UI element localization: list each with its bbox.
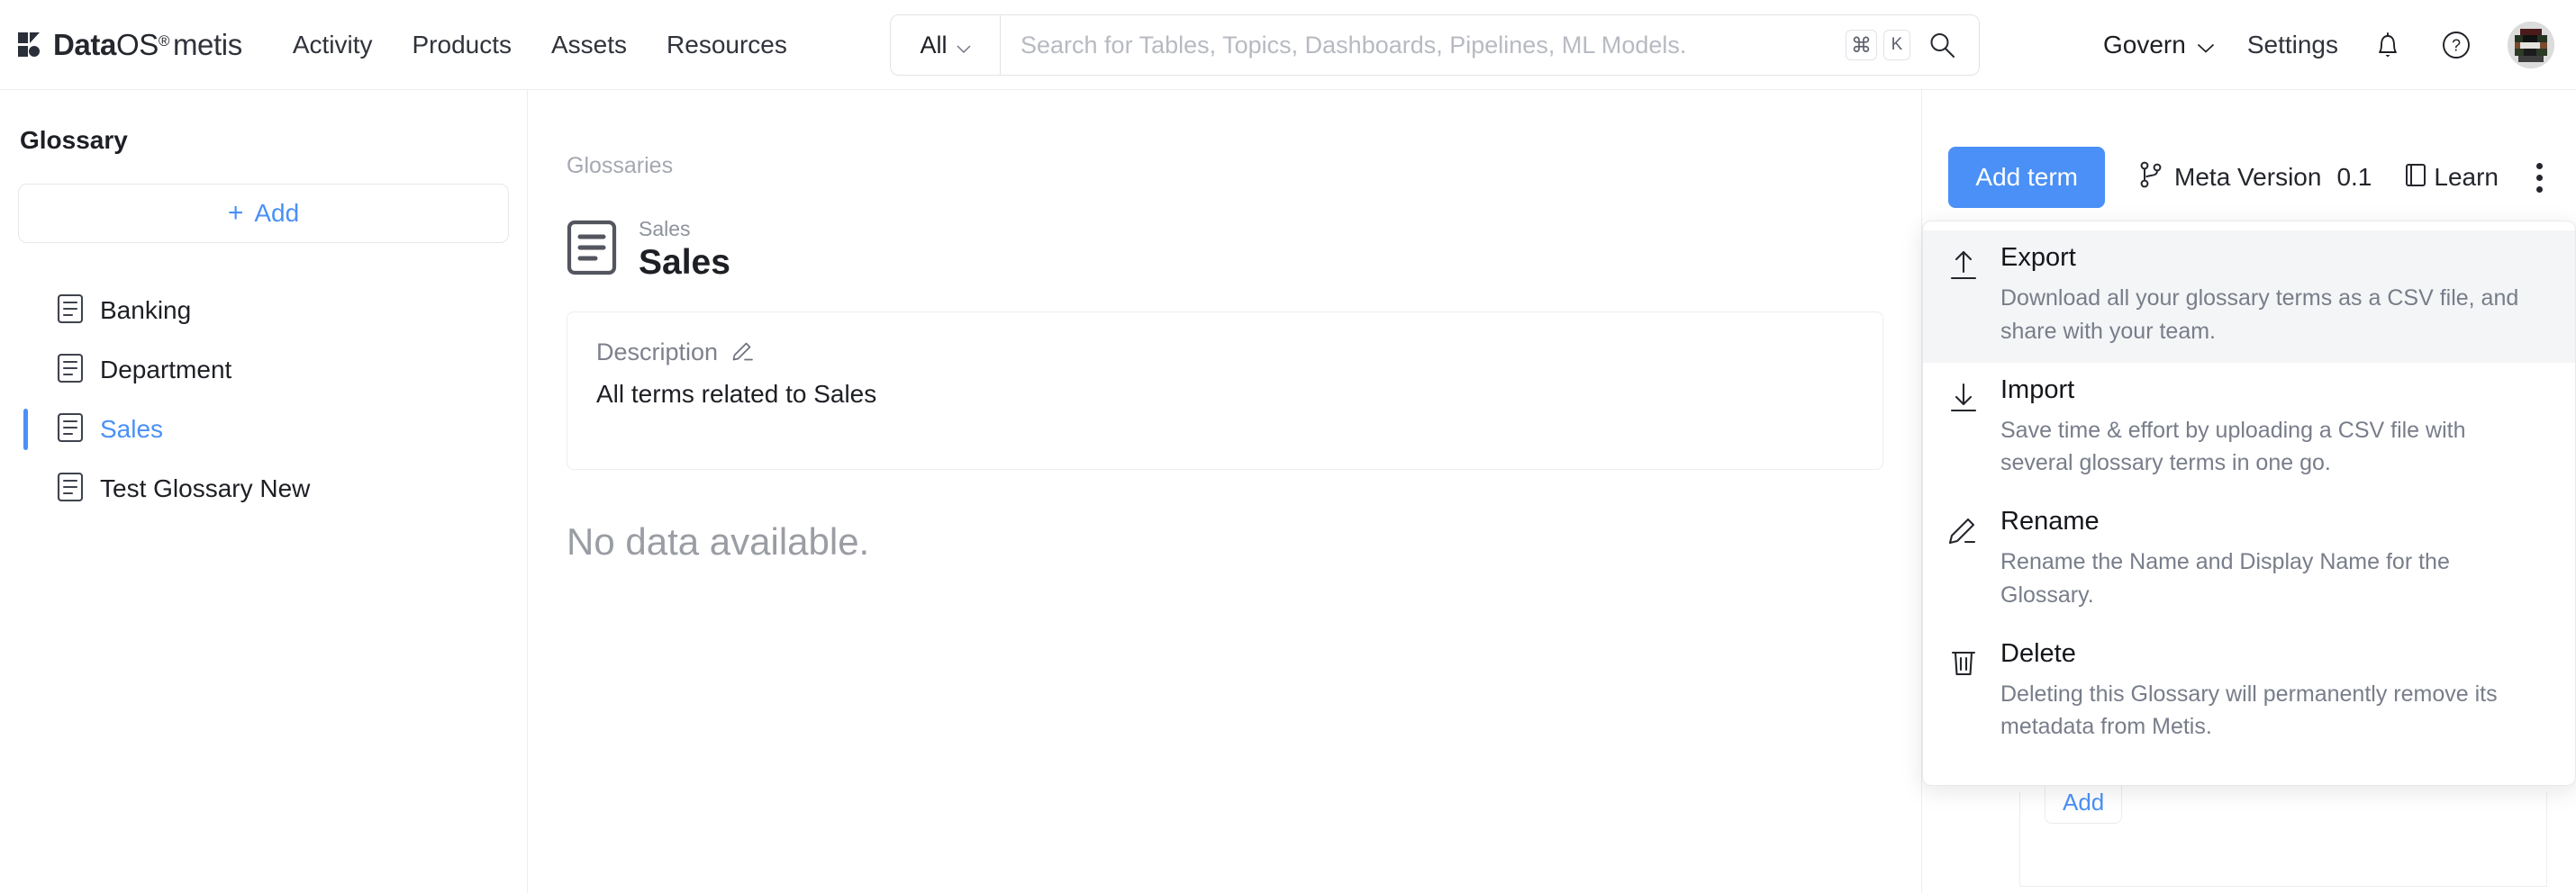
search-input[interactable] [1001,15,1846,75]
nav-link-activity[interactable]: Activity [293,31,373,59]
nav-link-assets[interactable]: Assets [551,31,627,59]
govern-menu[interactable]: Govern [2103,31,2215,59]
nav-link-products[interactable]: Products [413,31,512,59]
sidebar-item-label: Banking [100,296,192,324]
description-text: All terms related to Sales [596,379,877,408]
glossary-sidebar: Glossary + Add Banking Department Sales … [0,90,528,893]
global-search-bar: All ⌘ K [890,14,1980,76]
trash-delete-icon [1946,639,2000,744]
search-shortcut-hint: ⌘ K [1846,30,1910,60]
chevron-down-icon [2197,31,2215,59]
menu-item-body: Rename Rename the Name and Display Name … [2000,507,2552,612]
sidebar-item-test-glossary-new[interactable]: Test Glossary New [18,459,509,519]
menu-item-import[interactable]: Import Save time & effort by uploading a… [1923,363,2575,495]
learn-link[interactable]: Learn [2402,160,2499,195]
glossary-actions-menu: Export Download all your glossary terms … [1922,221,2576,786]
sidebar-item-banking[interactable]: Banking [18,281,509,340]
book-icon [2402,160,2429,195]
sidebar-item-label: Test Glossary New [100,474,311,502]
glossary-book-icon [57,353,84,388]
brand-name-bold: Data [53,27,116,61]
entity-title-texts: Sales Sales [639,217,730,283]
primary-nav-links: Activity Products Assets Resources [293,31,787,59]
sidebar-title: Glossary [20,126,128,154]
top-navigation-bar: Data OS ® metis Activity Products Assets Re… [0,0,2576,90]
menu-item-title: Delete [2000,638,2076,668]
sidebar-item-department[interactable]: Department [18,340,509,400]
glossary-book-icon [57,472,84,507]
arrow-down-import-icon [1946,375,2000,481]
dataos-logo-icon [18,32,45,58]
settings-link[interactable]: Settings [2247,31,2338,59]
description-card: Description All terms related to Sales [567,311,1883,470]
kbd-command-icon: ⌘ [1846,30,1877,60]
menu-item-description: Deleting this Glossary will permanently … [2000,681,2498,740]
search-scope-label: All [920,31,948,59]
menu-item-title: Export [2000,243,2076,272]
header-right-actions: Govern Settings ? [2103,0,2554,90]
brand-logo[interactable]: Data OS ® metis [18,0,242,89]
menu-item-body: Export Download all your glossary terms … [2000,243,2552,348]
entity-name: Sales [639,217,691,240]
plus-icon: + [227,198,244,228]
pencil-edit-icon[interactable] [730,338,756,367]
menu-item-description: Rename the Name and Display Name for the… [2000,549,2450,608]
entity-action-bar: Add term Meta Version 0.1 Learn [1948,147,2554,208]
add-glossary-label: Add [254,199,300,227]
menu-item-delete[interactable]: Delete Deleting this Glossary will perma… [1923,627,2575,759]
sidebar-item-label: Department [100,356,232,383]
bell-icon[interactable] [2371,27,2405,63]
brand-registered-mark: ® [158,32,170,50]
glossary-list: Banking Department Sales Test Glossary N… [18,281,509,519]
app-root: Data OS ® metis Activity Products Assets Re… [0,0,2576,893]
search-scope-selector[interactable]: All [891,15,1001,75]
add-term-button[interactable]: Add term [1948,147,2106,208]
svg-text:?: ? [2452,37,2461,55]
meta-version-label: Meta Version [2174,163,2322,191]
nav-link-resources[interactable]: Resources [667,31,787,59]
brand-text: Data OS ® metis [53,28,242,62]
entity-title-row: Sales Sales [567,217,1921,283]
glossary-book-icon [57,293,84,329]
empty-state-message: No data available. [567,519,870,563]
description-header: Description [596,338,1854,367]
question-circle-icon[interactable]: ? [2437,26,2475,64]
menu-item-description: Save time & effort by uploading a CSV fi… [2000,417,2466,476]
meta-version-control[interactable]: Meta Version 0.1 [2139,160,2372,195]
menu-item-body: Import Save time & effort by uploading a… [2000,375,2552,481]
brand-product-name: metis [172,27,242,61]
user-avatar[interactable] [2508,22,2554,68]
learn-label: Learn [2434,163,2499,191]
right-panel-add-button[interactable]: Add [2045,781,2123,824]
glossary-book-icon [567,220,617,280]
breadcrumb[interactable]: Glossaries [567,153,1921,179]
brand-name-light: OS [115,27,159,61]
more-vertical-icon[interactable] [2524,155,2554,200]
govern-label: Govern [2103,31,2186,59]
sidebar-item-sales[interactable]: Sales [18,400,509,459]
menu-item-body: Delete Deleting this Glossary will perma… [2000,639,2552,744]
sidebar-item-label: Sales [100,415,164,443]
meta-version-value: 0.1 [2336,163,2372,191]
main-content: Glossaries Sales Sales Description All t… [529,90,1921,893]
description-label: Description [596,338,719,365]
glossary-book-icon [57,412,84,447]
arrow-up-export-icon [1946,243,2000,348]
menu-item-rename[interactable]: Rename Rename the Name and Display Name … [1923,494,2575,627]
kbd-k-key: K [1883,30,1910,60]
menu-item-export[interactable]: Export Download all your glossary terms … [1923,230,2575,363]
add-glossary-button[interactable]: + Add [18,184,509,243]
search-icon[interactable] [1927,30,1957,60]
menu-item-title: Import [2000,374,2075,404]
page-title: Sales [639,243,730,282]
git-branch-icon [2139,160,2164,195]
menu-item-title: Rename [2000,507,2100,536]
menu-item-description: Download all your glossary terms as a CS… [2000,285,2519,344]
chevron-down-icon [957,41,971,53]
pencil-edit-icon [1946,507,2000,612]
